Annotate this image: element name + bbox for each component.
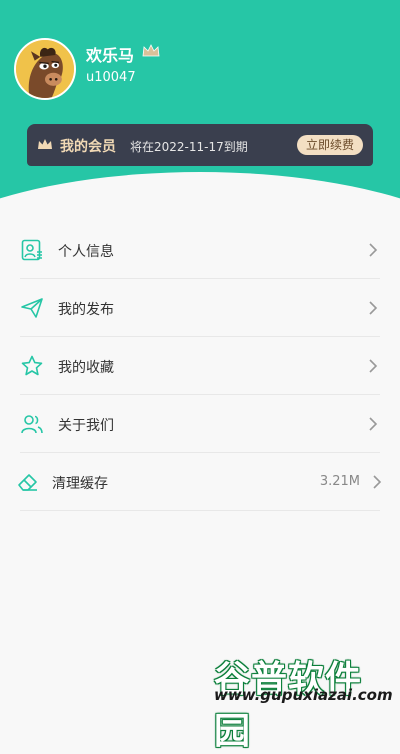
chevron-right-icon [369,301,378,315]
menu-item-label: 我的收藏 [58,360,114,376]
menu-item-my-posts[interactable]: 我的发布 [0,279,400,337]
cache-size: 3.21M [319,474,360,489]
chevron-right-icon [369,417,378,431]
profile-header: 欢乐马 u10047 我的会员 将在2022-11-17到期 立即续费 [0,0,400,200]
chevron-right-icon [369,359,378,373]
watermark-url: www.gupuxiazai.com [214,686,393,704]
menu-item-label: 清理缓存 [52,476,108,492]
avatar[interactable] [14,38,76,100]
menu-item-profile-info[interactable]: 个人信息 [0,221,400,279]
menu-item-label: 我的发布 [58,302,114,318]
user-name: 欢乐马 [86,46,135,65]
crown-icon [38,139,52,149]
eraser-icon [18,474,37,491]
vip-title: 我的会员 [60,139,116,155]
chevron-right-icon [373,475,382,489]
users-icon [21,415,43,434]
menu-item-label: 个人信息 [58,244,114,260]
renew-button[interactable]: 立即续费 [296,135,363,155]
menu-item-favorites[interactable]: 我的收藏 [0,337,400,395]
divider [20,510,380,511]
menu-item-clear-cache[interactable]: 清理缓存 3.21M [0,453,400,511]
send-icon [21,298,43,318]
menu-item-about-us[interactable]: 关于我们 [0,395,400,453]
star-icon [21,355,43,376]
site-watermark: 谷普软件园 www.gupuxiazai.com [214,646,398,752]
header-curve [0,172,400,200]
horse-avatar-icon [16,40,74,98]
menu-list: 个人信息 我的发布 我的收藏 关于我们 清理缓存 3.21M [0,221,400,511]
vip-expire-text: 将在2022-11-17到期 [130,140,248,154]
user-id: u10047 [86,70,136,85]
chevron-right-icon [369,243,378,257]
vip-card[interactable]: 我的会员 将在2022-11-17到期 立即续费 [27,124,373,166]
vip-crown-icon [142,44,160,57]
id-card-icon [21,239,42,261]
menu-item-label: 关于我们 [58,418,114,434]
